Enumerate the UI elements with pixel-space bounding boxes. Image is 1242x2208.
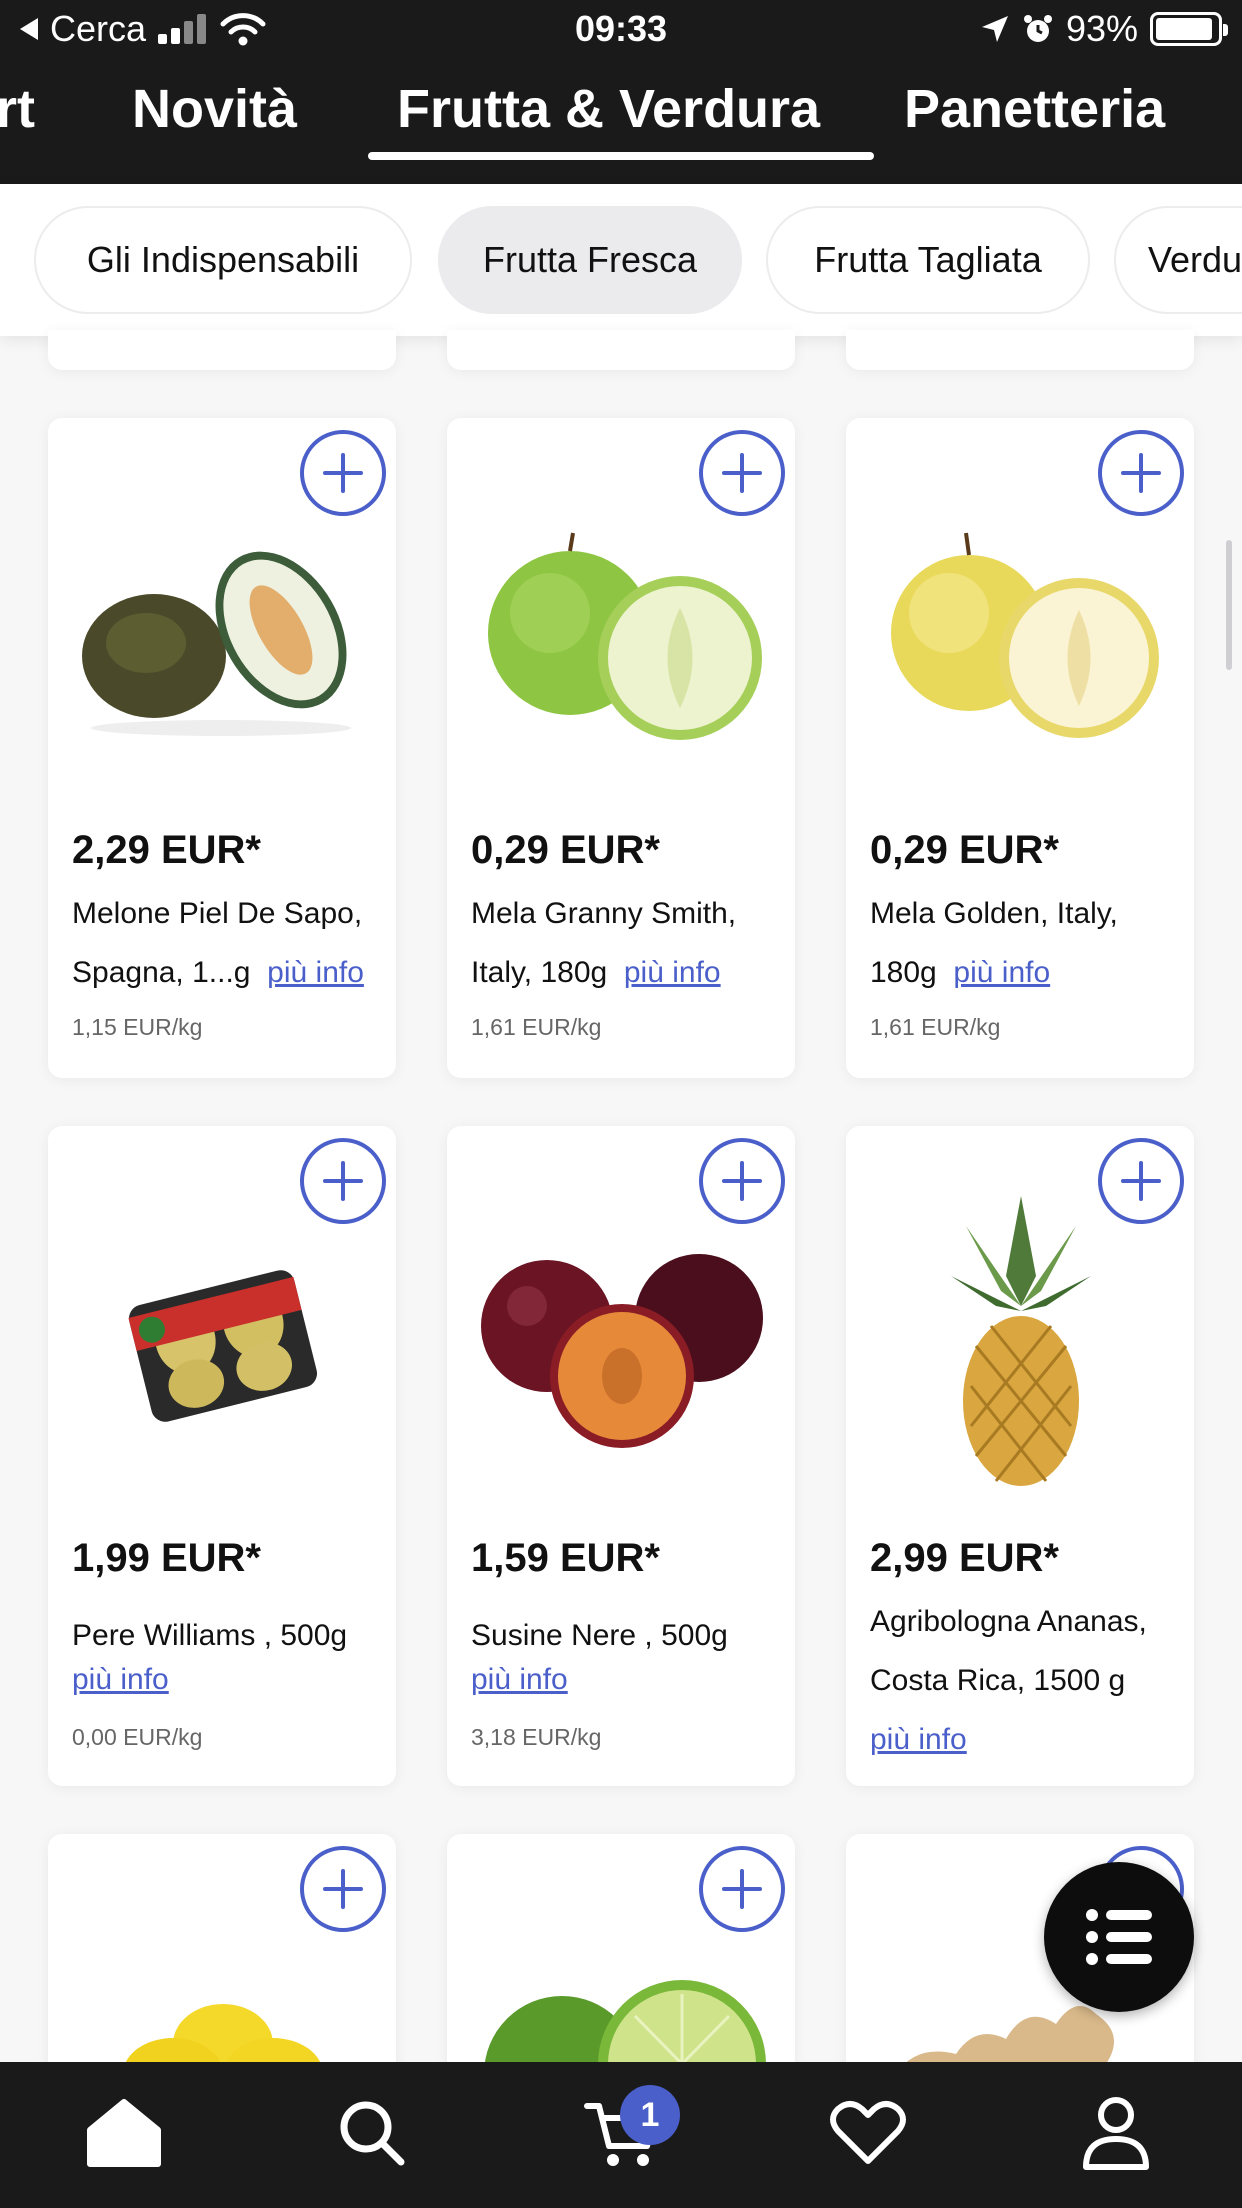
product-card[interactable] [48,1834,396,2094]
tab-panetteria[interactable]: Panetteria [904,78,1165,140]
nav-favorites[interactable] [825,2090,911,2176]
product-card[interactable]: 2,29 EUR* Melone Piel De Sapo, Spagna, 1… [48,418,396,1078]
chip-frutta-tagliata[interactable]: Frutta Tagliata [766,206,1090,314]
profile-icon [1083,2097,1149,2170]
chip-verdura[interactable]: Verdu [1114,206,1242,314]
product-card[interactable]: 0,29 EUR* Mela Granny Smith, Italy, 180g… [447,418,795,1078]
plums-image [481,1254,763,1448]
pears-pack-image [128,1270,318,1422]
nav-profile[interactable] [1073,2090,1159,2176]
unit-price: 1,61 EUR/kg [870,1014,1001,1040]
unit-price: 3,18 EUR/kg [471,1724,602,1750]
product-name: Mela Golden, Italy, 180g più info [870,897,1118,989]
scrollbar[interactable] [1226,540,1232,670]
plus-icon [323,1869,363,1909]
golden-apple-image [891,532,1159,738]
more-info-link[interactable]: più info [471,1663,568,1696]
green-apple-image [488,532,762,740]
add-to-cart-button[interactable] [1098,1138,1184,1224]
nav-search[interactable] [329,2090,415,2176]
product-card-partial [48,330,396,370]
status-right: 93% [980,8,1228,50]
product-price: 0,29 EUR* [471,828,660,872]
plus-icon [722,1161,762,1201]
plus-icon [722,453,762,493]
product-price: 0,29 EUR* [870,828,1059,872]
product-name: Mela Granny Smith, Italy, 180g più info [471,897,737,989]
battery-icon [1150,12,1228,46]
product-card-partial [447,330,795,370]
product-card[interactable] [447,1834,795,2094]
product-price: 2,99 EUR* [870,1536,1059,1580]
active-tab-indicator [368,152,874,160]
more-info-link[interactable]: più info [870,1723,967,1756]
plus-icon [1121,1161,1161,1201]
more-info-link[interactable]: più info [953,956,1050,989]
tab-novita[interactable]: Novità [132,78,297,140]
battery-percent: 93% [1065,8,1138,49]
add-to-cart-button[interactable] [300,430,386,516]
category-tabs: rt Novità Frutta & Verdura Panetteria [0,64,1242,184]
product-price: 2,29 EUR* [72,828,261,872]
product-price: 1,99 EUR* [72,1536,261,1580]
melon-image [82,551,351,736]
chip-gli-indispensabili[interactable]: Gli Indispensabili [34,206,412,314]
product-card[interactable]: 0,29 EUR* Mela Golden, Italy, 180g più i… [846,418,1194,1078]
tab-frutta-verdura[interactable]: Frutta & Verdura [397,78,820,140]
status-bar: Cerca 09:33 93% [0,0,1242,64]
unit-price: 1,61 EUR/kg [471,1014,602,1040]
bottom-navigation [0,2062,1242,2208]
unit-price: 1,15 EUR/kg [72,1014,203,1040]
unit-price: 0,00 EUR/kg [72,1724,203,1750]
heart-icon [830,2101,906,2164]
product-card[interactable]: 2,99 EUR* Agribologna Ananas, Costa Rica… [846,1126,1194,1786]
more-info-link[interactable]: più info [267,956,364,989]
product-name: Susine Nere , 500g più info [471,1619,728,1696]
plus-icon [722,1869,762,1909]
location-arrow-icon [981,16,1008,42]
tab-partial[interactable]: rt [0,78,35,140]
list-icon [1086,1909,1152,1965]
nav-home[interactable] [81,2090,167,2176]
add-to-cart-button[interactable] [699,1138,785,1224]
product-name: Agribologna Ananas, Costa Rica, 1500 g p… [870,1605,1147,1756]
add-to-cart-button[interactable] [1098,430,1184,516]
cart-count-badge: 1 [620,2085,680,2145]
product-name: Melone Piel De Sapo, Spagna, 1...g più i… [72,897,364,989]
plus-icon [323,453,363,493]
plus-icon [1121,453,1161,493]
add-to-cart-button[interactable] [300,1138,386,1224]
shopping-list-button[interactable] [1044,1862,1194,2012]
add-to-cart-button[interactable] [300,1846,386,1932]
product-price: 1,59 EUR* [471,1536,660,1580]
product-card[interactable]: 1,99 EUR* Pere Williams , 500g più info … [48,1126,396,1786]
product-card[interactable]: 1,59 EUR* Susine Nere , 500g più info 3,… [447,1126,795,1786]
more-info-link[interactable]: più info [72,1663,169,1696]
app-screen: Cerca 09:33 93% rt Novità Frutta & Verdu… [0,0,1242,2208]
add-to-cart-button[interactable] [699,430,785,516]
product-name: Pere Williams , 500g più info [72,1619,348,1696]
alarm-icon [1023,15,1052,42]
home-icon [87,2099,161,2167]
product-card-partial [846,330,1194,370]
chip-frutta-fresca[interactable]: Frutta Fresca [438,206,742,314]
subcategory-chips: Gli Indispensabili Frutta Fresca Frutta … [0,184,1242,336]
more-info-link[interactable]: più info [624,956,721,989]
search-icon [340,2101,405,2166]
add-to-cart-button[interactable] [699,1846,785,1932]
plus-icon [323,1161,363,1201]
pineapple-image [951,1196,1091,1486]
